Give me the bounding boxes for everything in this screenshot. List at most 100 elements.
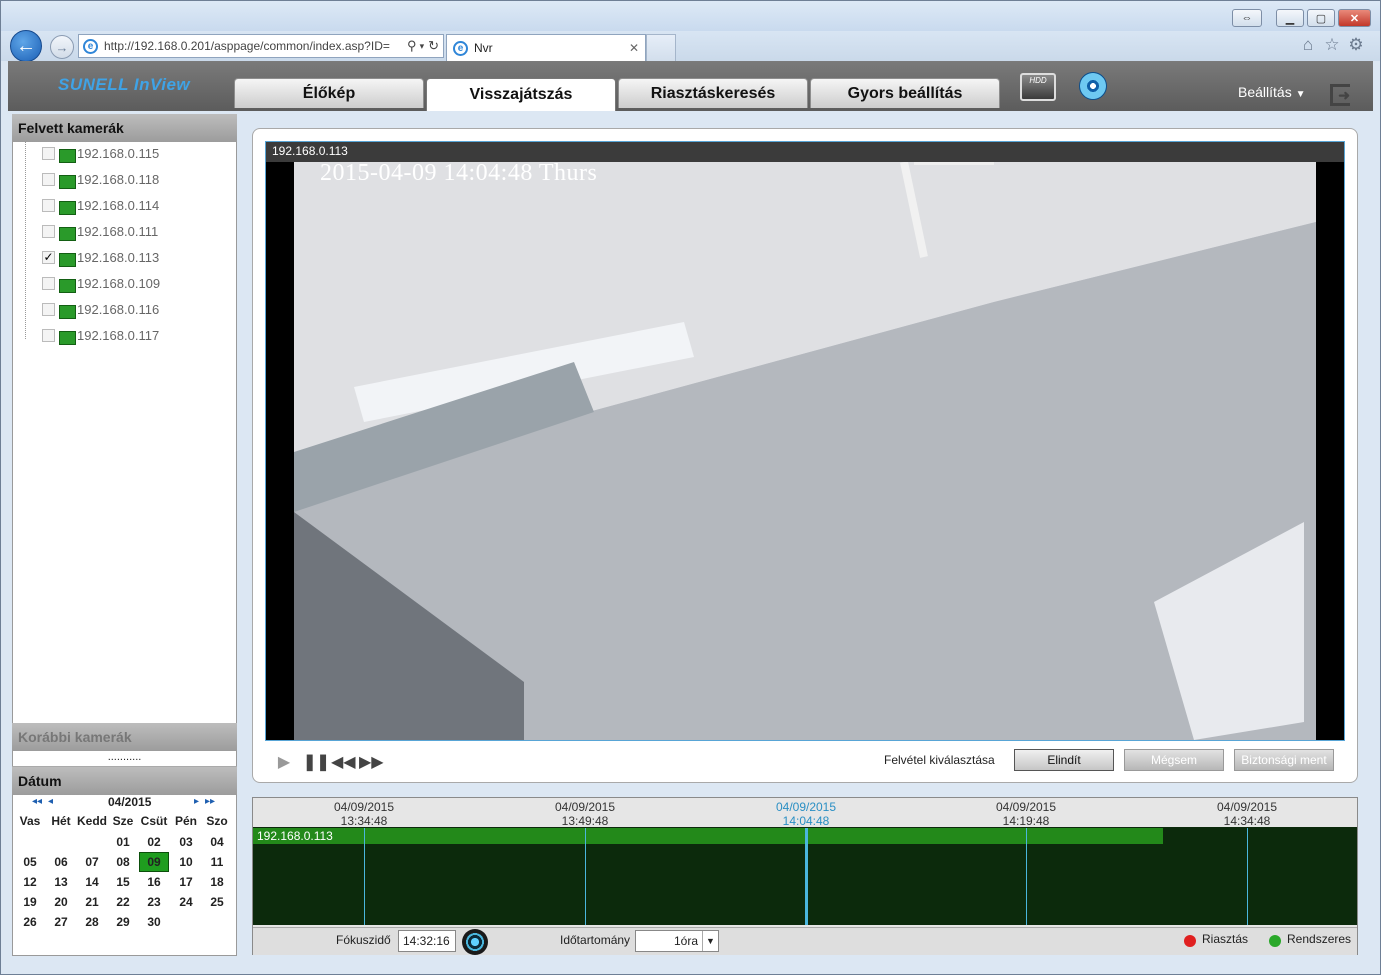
tick-time: 14:04:48 xyxy=(782,814,830,828)
calendar-day[interactable]: 24 xyxy=(171,892,201,912)
camera-item[interactable]: 192.168.0.116 xyxy=(22,296,159,322)
pause-icon[interactable]: ❚❚ xyxy=(303,752,330,772)
next-month-button[interactable]: ▸ xyxy=(194,796,199,807)
calendar-day[interactable]: 04 xyxy=(202,832,232,852)
calendar-day[interactable]: 13 xyxy=(46,872,76,892)
address-bar[interactable]: e http://192.168.0.201/asppage/common/in… xyxy=(78,34,444,58)
calendar-day[interactable]: 10 xyxy=(171,852,201,872)
calendar-day[interactable]: 12 xyxy=(15,872,45,892)
prev-year-button[interactable]: ◂◂ xyxy=(32,796,42,807)
dropdown-arrow-icon[interactable]: ▾ xyxy=(420,41,425,52)
ie-logo-icon: e xyxy=(83,38,98,54)
calendar-day[interactable]: 03 xyxy=(171,832,201,852)
calendar-day[interactable]: 01 xyxy=(108,832,138,852)
calendar-day-selected[interactable]: 09 xyxy=(139,852,169,872)
camera-item[interactable]: ✓ 192.168.0.113 xyxy=(22,244,159,270)
calendar-day[interactable]: 29 xyxy=(108,912,138,932)
camera-checkbox[interactable] xyxy=(42,276,55,290)
calendar-day[interactable]: 05 xyxy=(15,852,45,872)
prev-month-button[interactable]: ◂ xyxy=(48,796,53,807)
favorites-star-icon[interactable]: ☆ xyxy=(1322,35,1342,55)
tab-close-icon[interactable]: ✕ xyxy=(629,41,639,55)
camera-checkbox[interactable] xyxy=(42,328,55,342)
url-text: http://192.168.0.201/asppage/common/inde… xyxy=(104,39,390,53)
forward-button[interactable]: → xyxy=(50,35,74,59)
cancel-button[interactable]: Mégsem xyxy=(1124,749,1224,771)
camera-checkbox[interactable] xyxy=(42,224,55,238)
video-frame[interactable] xyxy=(294,162,1316,740)
search-icon[interactable]: ⚲ xyxy=(407,38,417,54)
restore-switch-button[interactable]: ⇔ xyxy=(1232,9,1262,27)
calendar-day[interactable]: 23 xyxy=(139,892,169,912)
time-range-select[interactable]: 1óra ▼ xyxy=(635,930,719,952)
calendar-day[interactable]: 16 xyxy=(139,872,169,892)
tick-date: 04/09/2015 xyxy=(1216,800,1278,814)
timeline-tick-label: 04/09/2015 13:34:48 xyxy=(304,800,424,828)
calendar-day[interactable]: 14 xyxy=(77,872,107,892)
camera-checkbox[interactable] xyxy=(42,198,55,212)
backup-button[interactable]: Biztonsági ment xyxy=(1234,749,1334,771)
camera-checkbox[interactable] xyxy=(42,302,55,316)
backup-disc-icon[interactable] xyxy=(1079,72,1107,100)
camera-icon xyxy=(59,175,76,189)
close-window-button[interactable]: ✕ xyxy=(1338,9,1371,27)
camera-checkbox[interactable]: ✓ xyxy=(42,250,55,264)
tab-quick-setup[interactable]: Gyors beállítás xyxy=(810,78,1000,108)
calendar-day[interactable]: 28 xyxy=(77,912,107,932)
time-range-value: 1óra xyxy=(673,934,698,948)
weekday-label: Csüt xyxy=(140,814,168,828)
next-year-button[interactable]: ▸▸ xyxy=(205,796,215,807)
back-button[interactable]: ← xyxy=(10,30,42,62)
back-arrow-icon: ← xyxy=(16,34,36,57)
camera-checkbox[interactable] xyxy=(42,172,55,186)
camera-item[interactable]: 192.168.0.114 xyxy=(22,192,159,218)
calendar-day[interactable]: 27 xyxy=(46,912,76,932)
maximize-button[interactable]: ▢ xyxy=(1307,9,1335,27)
minimize-button[interactable]: ▁ xyxy=(1276,9,1304,27)
browser-tab[interactable]: e Nvr ✕ xyxy=(446,34,646,61)
calendar-day[interactable]: 15 xyxy=(108,872,138,892)
calendar-day[interactable]: 21 xyxy=(77,892,107,912)
camera-checkbox[interactable] xyxy=(42,146,55,160)
settings-menu[interactable]: Beállítás ▼ xyxy=(1238,84,1306,100)
calendar-day[interactable]: 30 xyxy=(139,912,169,932)
calendar-day[interactable]: 18 xyxy=(202,872,232,892)
new-tab-button[interactable] xyxy=(646,34,676,61)
alarm-legend-label: Riasztás xyxy=(1202,932,1249,946)
camera-item[interactable]: 192.168.0.118 xyxy=(22,166,159,192)
calendar-day[interactable]: 19 xyxy=(15,892,45,912)
home-icon[interactable]: ⌂ xyxy=(1298,35,1318,55)
chevron-down-icon: ▼ xyxy=(702,931,718,951)
tab-live-view[interactable]: Élőkép xyxy=(234,78,424,108)
fast-forward-icon[interactable]: ▶▶ xyxy=(359,752,384,772)
logout-icon[interactable]: ➜ xyxy=(1330,84,1350,106)
calendar-day[interactable]: 22 xyxy=(108,892,138,912)
camera-item[interactable]: 192.168.0.111 xyxy=(22,218,158,244)
hdd-icon[interactable]: HDD xyxy=(1020,73,1056,101)
camera-item[interactable]: 192.168.0.117 xyxy=(22,322,159,348)
tick-time: 14:19:48 xyxy=(1002,814,1050,828)
camera-ip: 192.168.0.111 xyxy=(77,223,159,239)
calendar-day[interactable]: 17 xyxy=(171,872,201,892)
play-icon[interactable]: ▶ xyxy=(275,752,293,772)
calendar-day[interactable]: 25 xyxy=(202,892,232,912)
calendar-day[interactable]: 07 xyxy=(77,852,107,872)
calendar-day[interactable]: 11 xyxy=(202,852,232,872)
calendar-day[interactable]: 06 xyxy=(46,852,76,872)
tools-gear-icon[interactable]: ⚙ xyxy=(1346,35,1366,55)
rewind-icon[interactable]: ◀◀ xyxy=(331,752,356,772)
refresh-icon[interactable]: ↻ xyxy=(428,38,439,54)
focus-time-input[interactable]: 14:32:16 xyxy=(398,930,456,952)
calendar-day[interactable]: 08 xyxy=(108,852,138,872)
recorded-cameras-header: Felvett kamerák xyxy=(12,114,237,142)
focus-time-label: Fókuszidő xyxy=(336,933,391,947)
tab-alarm-search[interactable]: Riasztáskeresés xyxy=(618,78,808,108)
start-button[interactable]: Elindít xyxy=(1014,749,1114,771)
camera-item[interactable]: 192.168.0.109 xyxy=(22,270,160,296)
calendar-day[interactable]: 26 xyxy=(15,912,45,932)
locate-focus-icon[interactable] xyxy=(462,929,488,955)
calendar-day[interactable]: 02 xyxy=(139,832,169,852)
calendar-day[interactable]: 20 xyxy=(46,892,76,912)
tab-playback[interactable]: Visszajátszás xyxy=(426,78,616,111)
camera-item[interactable]: 192.168.0.115 xyxy=(22,140,159,166)
